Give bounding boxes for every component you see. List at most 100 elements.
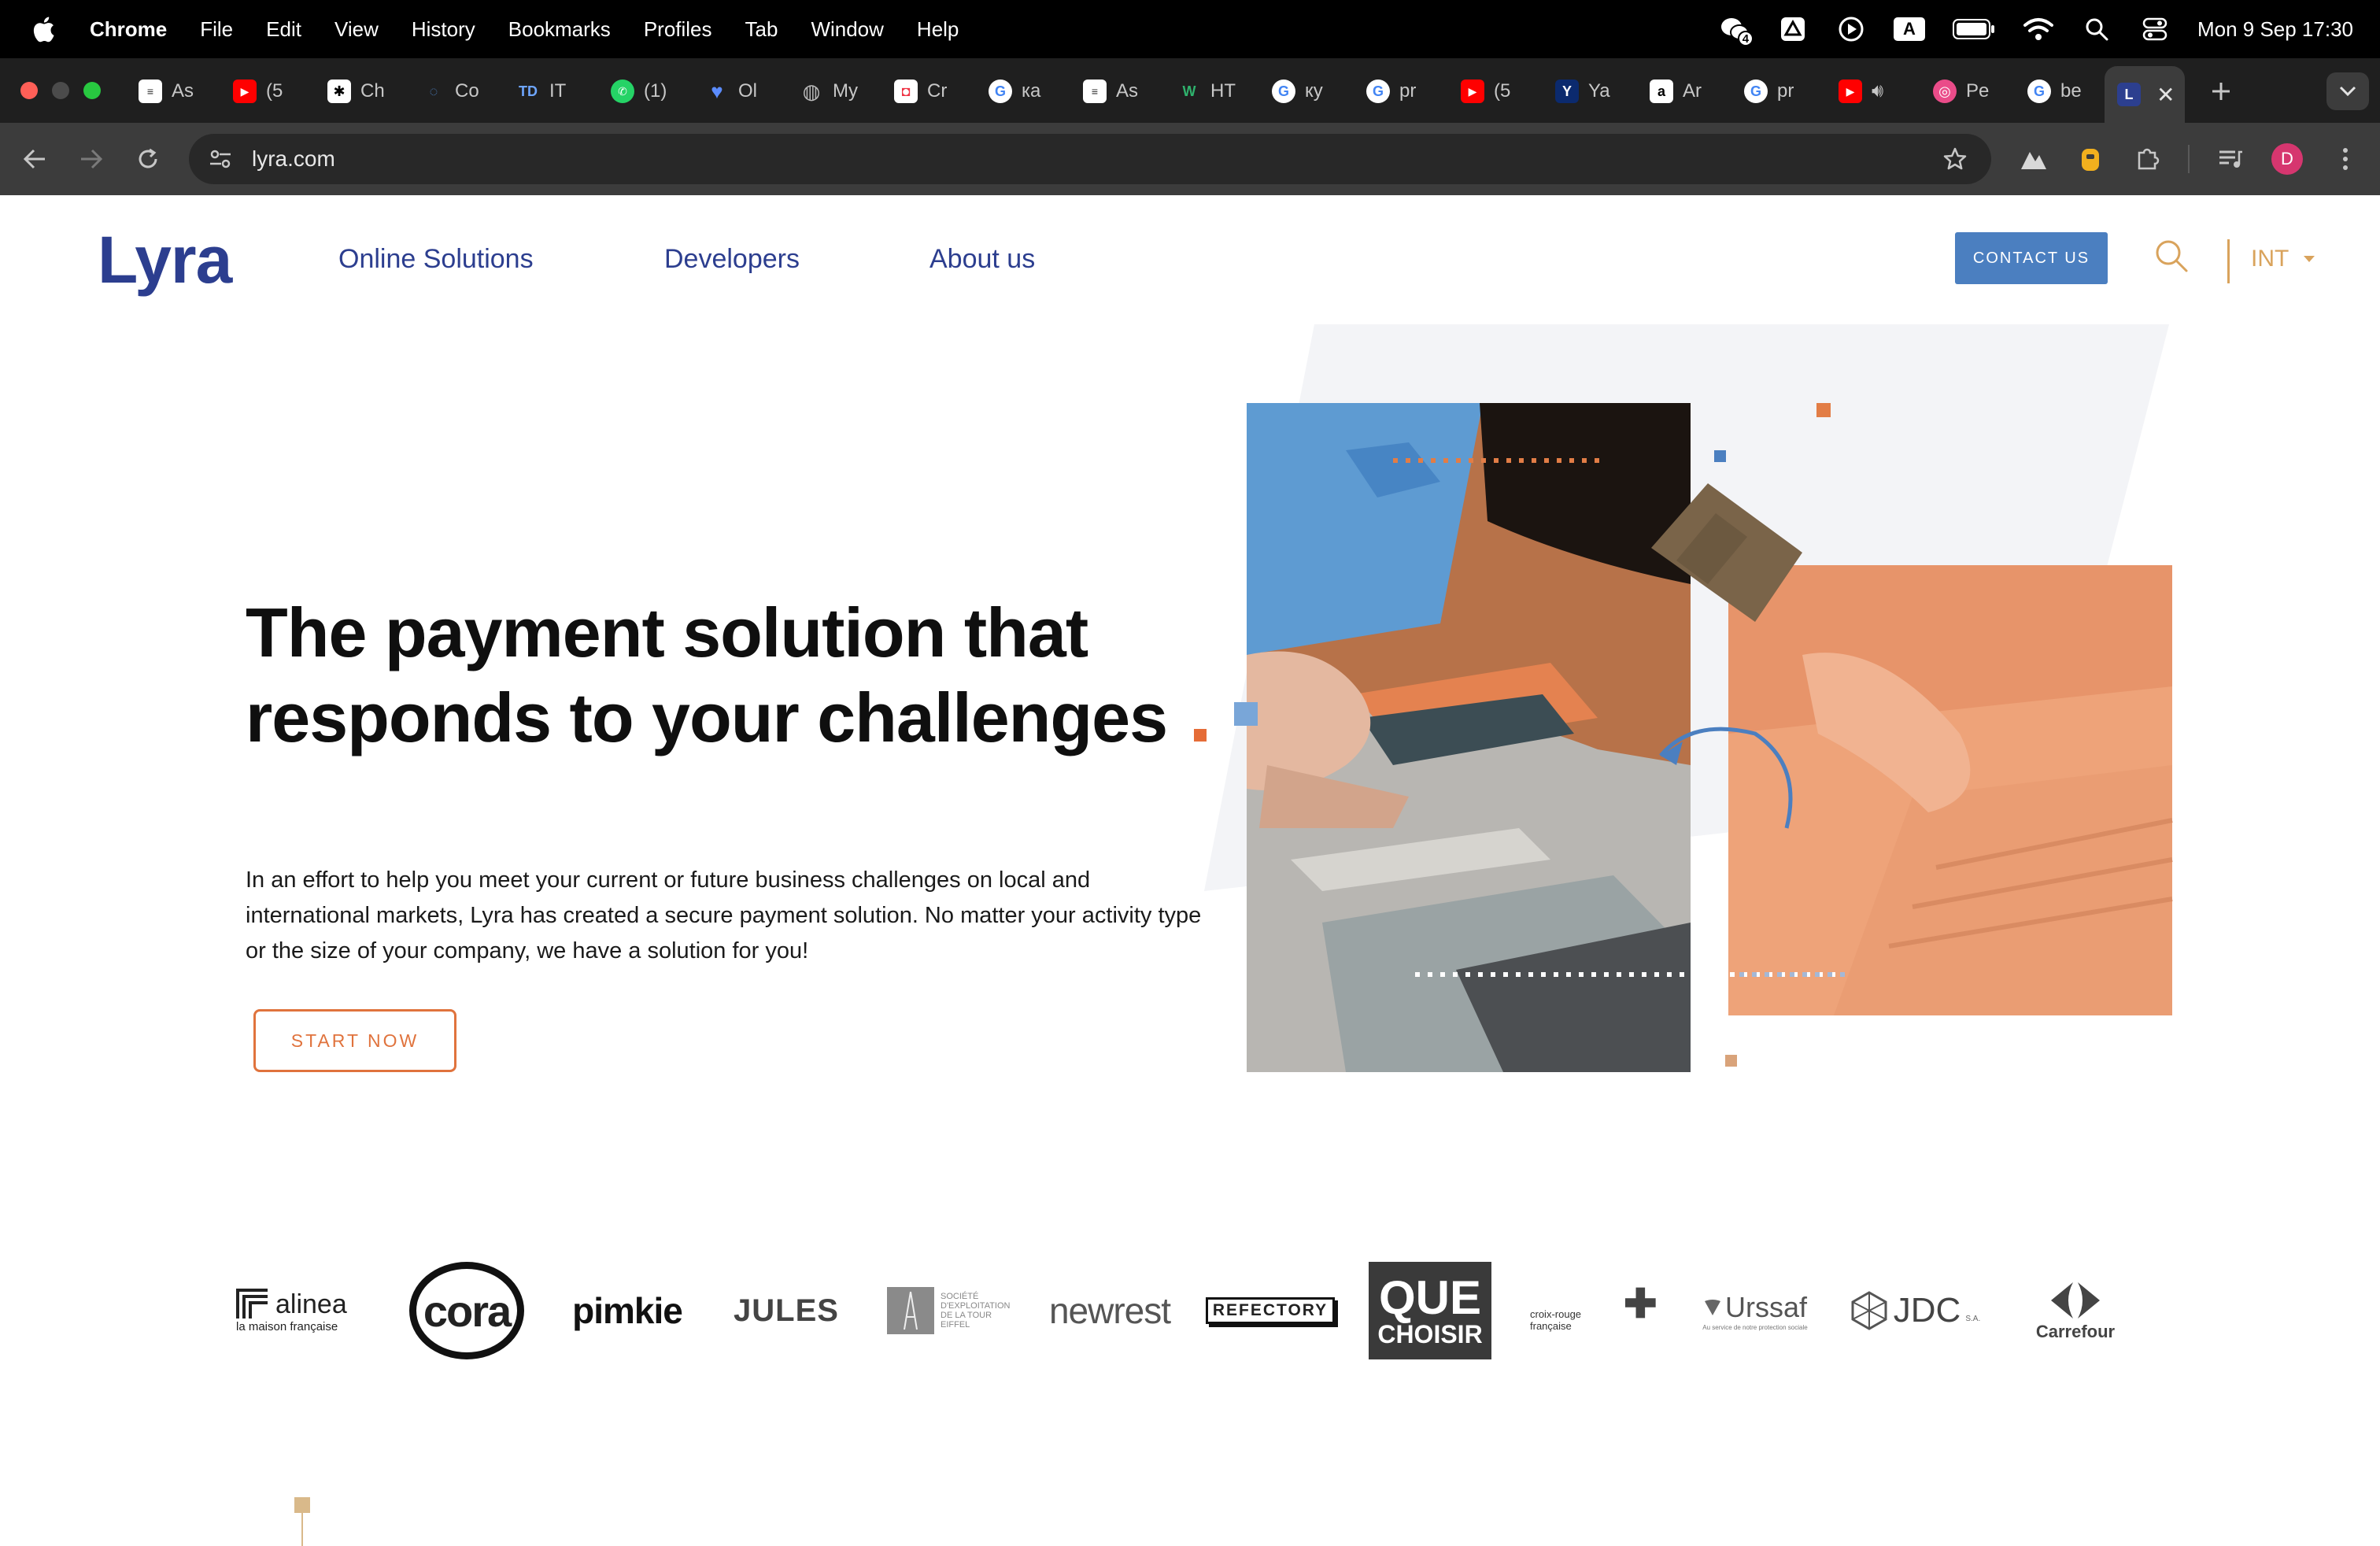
jules-text: JULES: [734, 1293, 839, 1328]
tab-title: be: [2060, 80, 2082, 102]
tab[interactable]: Y Ya: [1555, 71, 1618, 112]
bookmark-star-icon[interactable]: [1938, 142, 1972, 176]
tab[interactable]: ◍ My: [800, 71, 863, 112]
hero-illustration: [1204, 324, 2173, 1072]
lyra-logo[interactable]: Lyra: [98, 222, 232, 298]
decor-square: [294, 1497, 310, 1513]
urssaf-logo: Urssaf Au service de notre protection so…: [1694, 1259, 1816, 1362]
tab-close-icon[interactable]: ✕: [2156, 82, 2175, 108]
tab[interactable]: Gpr: [1366, 71, 1429, 112]
tab[interactable]: ▶ (5: [233, 71, 296, 112]
wechat-status-icon[interactable]: 4: [1719, 13, 1754, 46]
tour-eiffel-mark-icon: [887, 1287, 934, 1334]
youtube-icon: ▶: [233, 80, 257, 103]
choisir-text: CHOISIR: [1377, 1320, 1483, 1348]
tab[interactable]: W HT: [1177, 71, 1240, 112]
tab[interactable]: Gpr: [1744, 71, 1807, 112]
tab[interactable]: ◌ Co: [422, 71, 485, 112]
tab[interactable]: Gку: [1272, 71, 1335, 112]
back-button[interactable]: [16, 140, 54, 178]
menu-file[interactable]: File: [200, 17, 233, 42]
start-now-button[interactable]: START NOW: [253, 1009, 456, 1072]
media-controls-icon[interactable]: [2212, 140, 2249, 178]
menu-history[interactable]: History: [412, 17, 475, 42]
refectory-text: REFECTORY: [1205, 1297, 1336, 1324]
site-search-icon[interactable]: [2153, 238, 2190, 274]
tab[interactable]: ≡ As: [1083, 71, 1146, 112]
drive-status-icon[interactable]: [1777, 13, 1809, 45]
speaker-icon[interactable]: 🔊︎: [1872, 80, 1883, 102]
contact-us-button[interactable]: CONTACT US: [1955, 232, 2108, 284]
play-status-icon[interactable]: [1835, 13, 1867, 45]
extension-mountain-icon[interactable]: [2015, 140, 2053, 178]
menu-view[interactable]: View: [334, 17, 379, 42]
tab[interactable]: ▶ 🔊︎: [1839, 71, 1901, 112]
reload-button[interactable]: [129, 140, 167, 178]
menu-app-name[interactable]: Chrome: [90, 17, 167, 42]
zoom-window-button[interactable]: [83, 82, 101, 99]
menu-edit[interactable]: Edit: [266, 17, 301, 42]
menu-tab[interactable]: Tab: [745, 17, 778, 42]
urssaf-text: Urssaf: [1724, 1290, 1807, 1323]
menubar-clock[interactable]: Mon 9 Sep 17:30: [2197, 17, 2353, 42]
active-tab[interactable]: L ✕: [2105, 66, 2185, 123]
pimkie-text: pimkie: [572, 1290, 683, 1331]
profile-avatar[interactable]: D: [2271, 143, 2303, 175]
menu-window[interactable]: Window: [811, 17, 883, 42]
tab-search-button[interactable]: [2326, 72, 2369, 110]
google-icon: G: [1272, 80, 1295, 103]
tab-title: As: [172, 80, 194, 102]
spinner-icon: ◌: [429, 83, 438, 99]
apple-menu-icon[interactable]: [31, 15, 58, 43]
macos-menu-bar: Chrome File Edit View History Bookmarks …: [0, 0, 2380, 58]
battery-icon[interactable]: [1952, 13, 1996, 45]
forward-button[interactable]: [72, 140, 110, 178]
menu-profiles[interactable]: Profiles: [644, 17, 712, 42]
spotlight-search-icon[interactable]: [2081, 13, 2112, 45]
tab[interactable]: ≡ As: [139, 71, 201, 112]
tab-title: IT: [549, 80, 567, 102]
tab[interactable]: ✆ (1): [611, 71, 674, 112]
control-center-icon[interactable]: [2139, 13, 2171, 45]
tab[interactable]: ▶ (5: [1461, 71, 1524, 112]
chrome-menu-icon[interactable]: [2326, 140, 2364, 178]
nav-online-solutions[interactable]: Online Solutions: [338, 244, 534, 275]
tab[interactable]: TD IT: [516, 71, 579, 112]
menu-help[interactable]: Help: [917, 17, 959, 42]
openai-icon: ✱: [327, 80, 351, 103]
extension-honey-icon[interactable]: [2071, 140, 2109, 178]
menu-bookmarks[interactable]: Bookmarks: [508, 17, 611, 42]
google-icon: G: [2027, 80, 2051, 103]
google-icon: G: [1744, 80, 1768, 103]
page-icon: ≡: [1083, 80, 1107, 103]
tab[interactable]: Gbe: [2027, 71, 2090, 112]
alinea-text: alinea: [275, 1289, 347, 1319]
wifi-icon[interactable]: [2023, 13, 2054, 45]
nav-about-us[interactable]: About us: [929, 244, 1035, 275]
tab[interactable]: ◎ Pe: [1933, 71, 1996, 112]
url-text[interactable]: lyra.com: [252, 146, 335, 172]
language-selector[interactable]: INT: [2251, 246, 2315, 272]
tab-title: ка: [1022, 80, 1041, 102]
nav-developers[interactable]: Developers: [664, 244, 800, 275]
extensions-puzzle-icon[interactable]: [2128, 140, 2166, 178]
tab[interactable]: a Ar: [1650, 71, 1713, 112]
cora-text: cora: [423, 1285, 512, 1336]
tab[interactable]: ♥ Ol: [705, 71, 768, 112]
hero-description: In an effort to help you meet your curre…: [246, 867, 1202, 963]
croix-rouge-logo: croix-rouge française: [1530, 1259, 1656, 1362]
address-bar[interactable]: lyra.com: [189, 134, 1991, 184]
jdc-tagline: S.A.: [1965, 1314, 1981, 1323]
site-info-icon[interactable]: [198, 137, 242, 181]
tab-title: HT: [1210, 80, 1236, 102]
carrefour-mark-icon: [2051, 1282, 2100, 1319]
tab[interactable]: ◘ Cr: [894, 71, 957, 112]
close-window-button[interactable]: [20, 82, 38, 99]
tab[interactable]: Gка: [989, 71, 1051, 112]
new-tab-button[interactable]: [2204, 74, 2238, 109]
td-icon: TD: [519, 83, 538, 99]
caret-down-icon: [2304, 256, 2315, 262]
keyboard-input-icon[interactable]: A: [1893, 13, 1925, 45]
minimize-window-button[interactable]: [52, 82, 69, 99]
tab[interactable]: ✱ Ch: [327, 71, 390, 112]
